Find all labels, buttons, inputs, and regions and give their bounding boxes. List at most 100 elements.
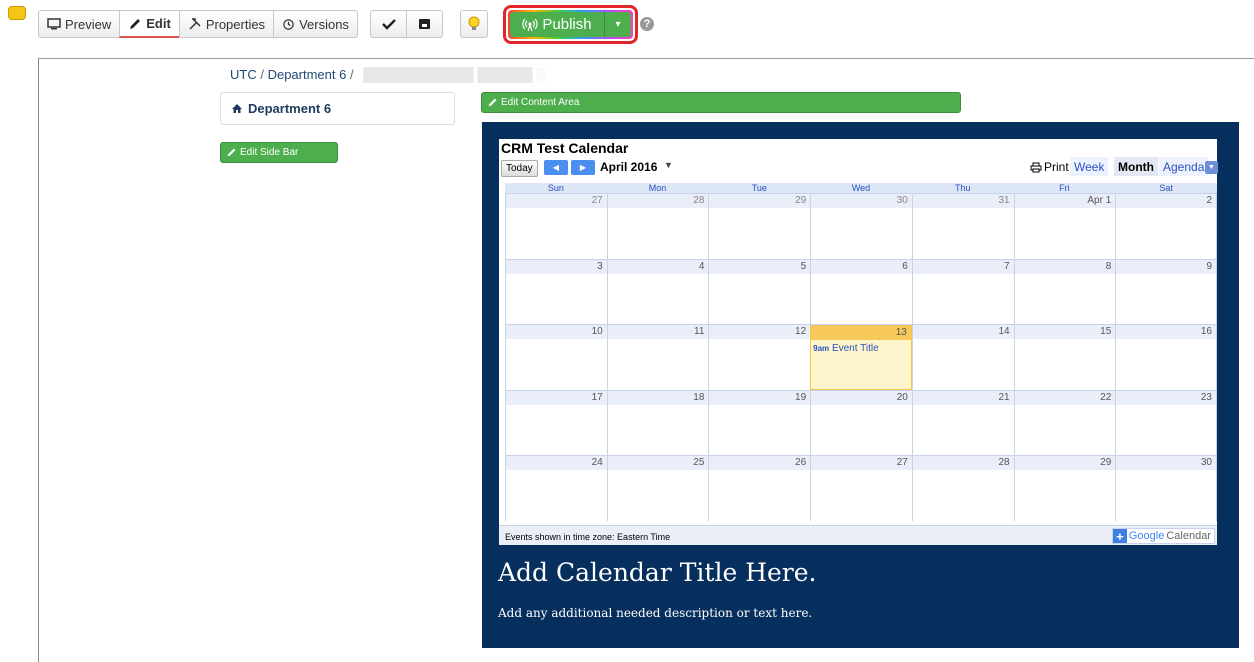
day-cell[interactable]: 20 bbox=[810, 390, 912, 455]
day-number: 29 bbox=[1014, 456, 1116, 470]
day-cell[interactable]: 7 bbox=[911, 259, 1014, 324]
publish-label: Publish bbox=[542, 16, 592, 33]
day-cell[interactable]: 30 bbox=[810, 194, 912, 259]
day-name: Mon bbox=[648, 183, 667, 193]
month-dropdown-icon[interactable]: ▼ bbox=[664, 160, 673, 170]
event-time: 9am bbox=[813, 344, 830, 353]
home-icon bbox=[232, 104, 242, 113]
calendar-event[interactable]: 9am Event Title bbox=[811, 343, 911, 354]
day-cell[interactable]: 31 bbox=[911, 194, 1014, 259]
day-cell[interactable]: 29 bbox=[1013, 456, 1116, 521]
day-cell[interactable]: 17 bbox=[505, 390, 607, 455]
publish-button[interactable]: Publish bbox=[510, 12, 605, 37]
edit-button[interactable]: Edit bbox=[119, 10, 180, 38]
day-cell[interactable]: 6 bbox=[810, 259, 912, 324]
day-number: 7 bbox=[912, 259, 1014, 274]
day-cell[interactable]: Apr 1 bbox=[1013, 194, 1116, 259]
day-cell[interactable]: 15 bbox=[1013, 325, 1116, 390]
chevron-left-icon: ◀ bbox=[552, 163, 560, 172]
day-cell[interactable]: 16 bbox=[1115, 325, 1217, 390]
day-cell[interactable]: 28 bbox=[606, 194, 709, 259]
view-agenda-tab[interactable]: Agenda bbox=[1159, 157, 1209, 176]
day-cell[interactable]: 18 bbox=[606, 390, 709, 455]
google-calendar-button[interactable]: + Google Calendar bbox=[1111, 528, 1215, 544]
day-cell[interactable]: 26 bbox=[708, 456, 811, 521]
day-cell[interactable]: 2 bbox=[1115, 194, 1217, 259]
day-cell[interactable]: 25 bbox=[606, 456, 709, 521]
caret-down-icon: ▾ bbox=[615, 19, 621, 30]
today-button[interactable]: Today bbox=[501, 160, 538, 177]
prev-month-button[interactable]: ◀ bbox=[544, 160, 568, 175]
day-number: 30 bbox=[811, 194, 912, 208]
day-number: 17 bbox=[506, 390, 607, 405]
view-month-tab[interactable]: Month bbox=[1114, 157, 1158, 176]
breadcrumb-section[interactable]: Department 6 bbox=[268, 67, 347, 82]
day-cell[interactable]: 10 bbox=[505, 325, 607, 390]
day-name: Sat bbox=[1159, 183, 1173, 193]
day-cell[interactable]: 22 bbox=[1013, 390, 1116, 455]
mode-toolbar: Preview Edit Properties Versions bbox=[38, 10, 358, 38]
day-number: 26 bbox=[709, 456, 811, 470]
day-cell[interactable]: 8 bbox=[1013, 259, 1116, 324]
folder-icon[interactable] bbox=[8, 6, 26, 20]
day-cell[interactable]: 12 bbox=[708, 325, 811, 390]
sidebar-heading[interactable]: Department 6 bbox=[220, 92, 455, 125]
day-cell[interactable]: 28 bbox=[911, 456, 1014, 521]
day-cell[interactable]: 5 bbox=[708, 259, 811, 324]
day-number: Apr 1 bbox=[1014, 194, 1116, 208]
calendar-section-description: Add any additional needed description or… bbox=[498, 606, 813, 620]
week-rows: 27 28 29 30 31 Apr 1 2 3 4 5 6 7 8 9 10 11 12 13 9am Event… bbox=[505, 193, 1217, 521]
edit-content-area-button[interactable]: Edit Content Area bbox=[481, 92, 961, 113]
day-cell[interactable]: 27 bbox=[810, 456, 912, 521]
day-name: Sun bbox=[547, 183, 564, 193]
day-cell[interactable]: 3 bbox=[505, 259, 607, 324]
save-button[interactable] bbox=[406, 10, 443, 38]
current-month-label: April 2016 bbox=[600, 160, 658, 174]
day-cell[interactable]: 19 bbox=[708, 390, 811, 455]
day-cell[interactable]: 27 bbox=[505, 194, 607, 259]
day-number: 22 bbox=[1014, 390, 1116, 405]
day-cell[interactable]: 30 bbox=[1115, 456, 1217, 521]
publish-dropdown-toggle[interactable]: ▾ bbox=[605, 12, 631, 37]
next-month-button[interactable]: ▶ bbox=[571, 160, 595, 175]
day-cell[interactable]: 9 bbox=[1115, 259, 1217, 324]
week-row: 10 11 12 13 9am Event Title 14 15 16 bbox=[505, 324, 1217, 390]
day-name: Tue bbox=[751, 183, 767, 193]
preview-button[interactable]: Preview bbox=[38, 10, 121, 38]
day-cell[interactable]: 23 bbox=[1115, 390, 1217, 455]
breadcrumb-root[interactable]: UTC bbox=[230, 67, 257, 82]
day-number: 15 bbox=[1014, 325, 1116, 339]
day-number: 6 bbox=[811, 259, 912, 274]
help-icon[interactable]: ? bbox=[640, 17, 654, 31]
day-number: 27 bbox=[811, 456, 912, 470]
content-panel: CRM Test Calendar Today ◀ ▶ April 2016 ▼… bbox=[482, 122, 1239, 648]
versions-button[interactable]: Versions bbox=[273, 10, 358, 38]
view-dropdown-icon[interactable]: ▼ bbox=[1205, 161, 1218, 174]
check-button[interactable] bbox=[370, 10, 407, 38]
breadcrumb-separator: / bbox=[349, 67, 354, 82]
tip-button[interactable] bbox=[460, 10, 488, 38]
day-cell[interactable]: 14 bbox=[911, 325, 1014, 390]
day-cell[interactable]: 29 bbox=[708, 194, 811, 259]
day-cell[interactable]: 13 9am Event Title bbox=[810, 325, 912, 390]
event-title: Event Title bbox=[831, 343, 879, 354]
pencil-icon bbox=[488, 98, 497, 107]
day-number: 3 bbox=[506, 259, 607, 274]
print-button[interactable]: Print bbox=[1030, 160, 1069, 174]
properties-button[interactable]: Properties bbox=[178, 10, 275, 38]
day-cell[interactable]: 11 bbox=[606, 325, 709, 390]
day-number: 29 bbox=[709, 194, 811, 208]
edit-side-bar-button[interactable]: Edit Side Bar bbox=[220, 142, 338, 163]
day-cell[interactable]: 4 bbox=[606, 259, 709, 324]
day-cell[interactable]: 24 bbox=[505, 456, 607, 521]
day-number: 25 bbox=[607, 456, 709, 470]
day-number: 30 bbox=[1116, 456, 1216, 470]
view-week-tab[interactable]: Week bbox=[1070, 157, 1109, 176]
day-cell[interactable]: 21 bbox=[911, 390, 1014, 455]
day-number: 5 bbox=[709, 259, 811, 274]
day-number: 13 bbox=[811, 326, 911, 340]
printer-icon bbox=[1030, 162, 1042, 172]
month-grid: Sun Mon Tue Wed Thu Fri Sat 27 28 29 30 31 Ap… bbox=[505, 183, 1217, 521]
day-number: 14 bbox=[912, 325, 1014, 339]
day-number: 12 bbox=[709, 325, 811, 339]
